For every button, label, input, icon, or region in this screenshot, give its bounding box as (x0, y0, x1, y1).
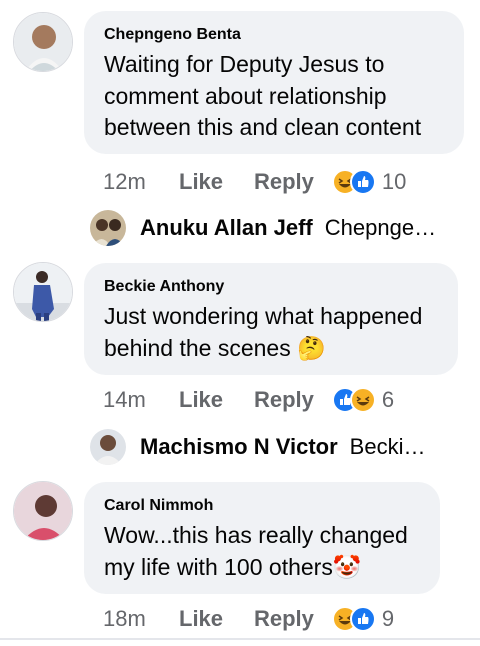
haha-icon (349, 387, 376, 413)
reply-preview[interactable]: Machismo N Victor Becki… (90, 429, 425, 465)
comment-actions: 18m Like Reply 9 (103, 604, 394, 634)
comment-time[interactable]: 18m (103, 606, 179, 632)
reaction-count: 10 (381, 169, 407, 194)
comment-time[interactable]: 14m (103, 387, 179, 413)
comment-text: Waiting for Deputy Jesus to comment abou… (104, 51, 422, 140)
reply-snippet: Becki… (349, 434, 426, 459)
comment-author[interactable]: Beckie Anthony (104, 277, 438, 297)
bottom-divider (0, 638, 480, 640)
reply-button[interactable]: Reply (254, 169, 314, 195)
comment-author[interactable]: Carol Nimmoh (104, 496, 420, 516)
comment-author[interactable]: Chepngeno Benta (104, 25, 444, 45)
avatar[interactable] (13, 262, 73, 322)
comment-actions: 12m Like Reply 10 (103, 167, 406, 197)
comment-text: Wow...this has really changed my life wi… (104, 522, 408, 580)
avatar (90, 210, 126, 246)
avatar[interactable] (13, 12, 73, 72)
comment-time[interactable]: 12m (103, 169, 179, 195)
reaction-count: 6 (381, 387, 395, 412)
comment-item: Carol Nimmoh Wow...this has really chang… (0, 0, 480, 632)
avatar (90, 429, 126, 465)
reply-author[interactable]: Machismo N Victor (140, 434, 338, 460)
reply-button[interactable]: Reply (254, 387, 314, 413)
comment-bubble: Chepngeno Benta Waiting for Deputy Jesus… (84, 11, 464, 154)
comment-text: Just wondering what happened behind the … (104, 303, 423, 361)
reaction-summary[interactable]: 6 (331, 387, 395, 413)
avatar[interactable] (13, 481, 73, 541)
comment-bubble: Carol Nimmoh Wow...this has really chang… (84, 482, 440, 594)
reaction-summary[interactable]: 9 (331, 606, 395, 632)
reply-preview[interactable]: Anuku Allan Jeff Chepnge… (90, 210, 436, 246)
reaction-count: 9 (381, 606, 395, 631)
reply-button[interactable]: Reply (254, 606, 314, 632)
comment-item: Chepngeno Benta Waiting for Deputy Jesus… (0, 0, 480, 260)
comment-actions: 14m Like Reply 6 (103, 385, 394, 415)
reply-snippet: Chepnge… (324, 215, 437, 240)
like-icon (349, 606, 376, 632)
like-button[interactable]: Like (179, 606, 254, 632)
like-button[interactable]: Like (179, 169, 254, 195)
comment-bubble: Beckie Anthony Just wondering what happe… (84, 263, 458, 375)
reply-author[interactable]: Anuku Allan Jeff (140, 215, 313, 241)
like-button[interactable]: Like (179, 387, 254, 413)
like-icon (349, 169, 376, 195)
reaction-summary[interactable]: 10 (331, 169, 407, 195)
